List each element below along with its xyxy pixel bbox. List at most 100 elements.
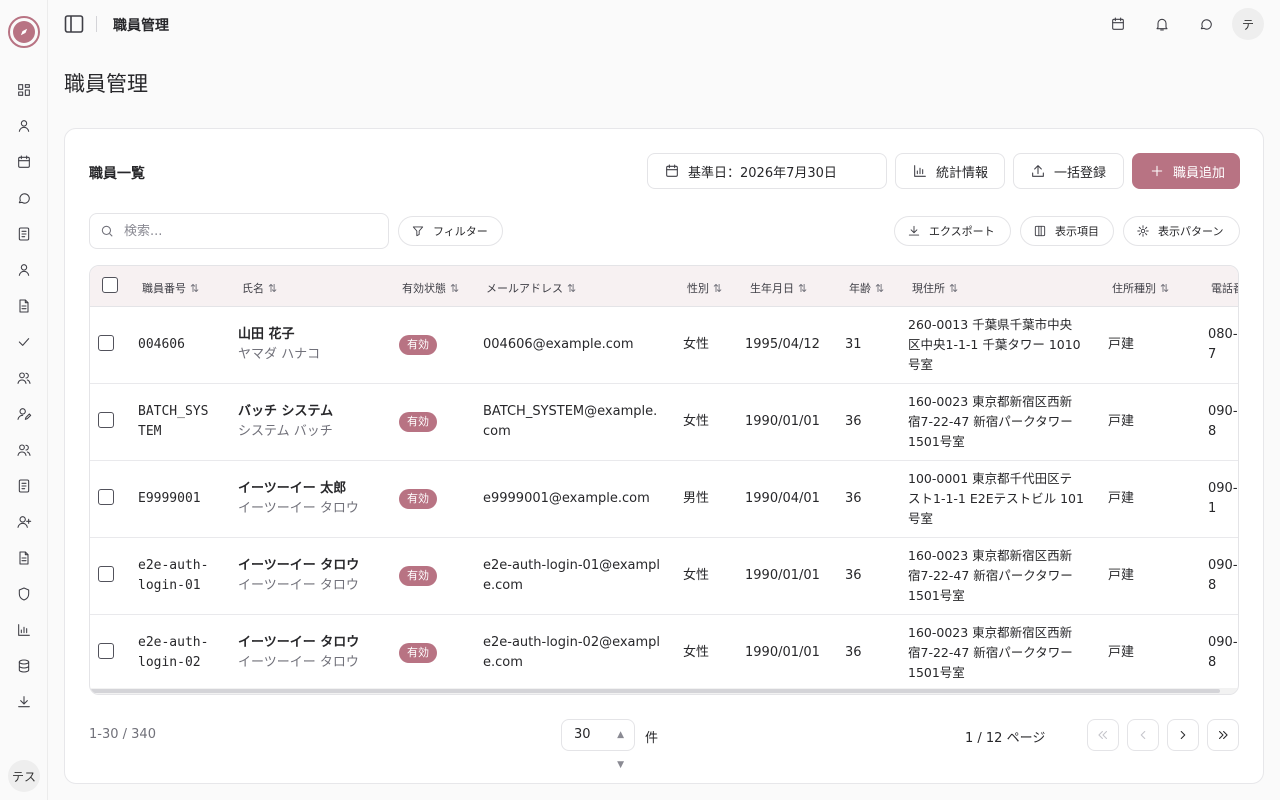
birthdate-cell: 1990/04/01: [745, 491, 820, 506]
user-icon[interactable]: [14, 260, 34, 280]
bell-icon[interactable]: [1152, 14, 1172, 34]
row-checkbox[interactable]: [98, 412, 114, 428]
address-cell: 160-0023 東京都新宿区西新 宿7-22-47 新宿パークタワー 1501号室: [908, 394, 1073, 449]
database-icon[interactable]: [14, 656, 34, 676]
base-date-button[interactable]: 基準日：2026年7月30日: [647, 153, 887, 189]
phone-cell: 090- 8: [1208, 404, 1238, 439]
add-staff-button[interactable]: 職員追加: [1132, 153, 1240, 189]
bulk-register-button[interactable]: 一括登録: [1013, 153, 1124, 189]
card-title: 職員一覧: [89, 166, 145, 182]
plus-icon: [1151, 165, 1163, 177]
gender-cell: 女性: [683, 645, 710, 660]
download-icon[interactable]: [14, 692, 34, 712]
header-avatar[interactable]: テ: [1232, 8, 1264, 40]
row-checkbox[interactable]: [98, 643, 114, 659]
user-icon[interactable]: [14, 116, 34, 136]
bar-chart-icon: [914, 165, 926, 177]
chat-icon[interactable]: [1196, 14, 1216, 34]
page-info: 1 / 12 ページ: [965, 731, 1046, 746]
column-header[interactable]: 住所種別 ⇅: [1112, 280, 1169, 296]
column-header[interactable]: 職員番号 ⇅: [142, 280, 199, 296]
dashboard-icon[interactable]: [14, 80, 34, 100]
staff-kana: イーツーイー タロウ: [238, 655, 359, 670]
column-header[interactable]: 年齢 ⇅: [849, 280, 884, 296]
check-icon[interactable]: [14, 332, 34, 352]
columns-icon: [1034, 225, 1046, 237]
page-size-value: 30: [574, 727, 591, 742]
staff-list-card: 職員一覧 基準日：2026年7月30日 統計情報 一括登録 職員追加 フィルター…: [64, 128, 1264, 784]
bar-chart-icon[interactable]: [14, 620, 34, 640]
gender-cell: 女性: [683, 337, 710, 352]
filter-button[interactable]: フィルター: [398, 216, 503, 246]
horizontal-scrollbar[interactable]: [90, 688, 1238, 694]
calendar-icon[interactable]: [1108, 14, 1128, 34]
shield-icon[interactable]: [14, 584, 34, 604]
display-pattern-button[interactable]: 表示パターン: [1123, 216, 1240, 246]
last-page-button[interactable]: [1207, 719, 1239, 751]
address-cell: 260-0013 千葉県千葉市中央 区中央1-1-1 千葉タワー 1010 号室: [908, 317, 1081, 372]
row-checkbox[interactable]: [98, 566, 114, 582]
calendar-icon[interactable]: [14, 152, 34, 172]
search-input[interactable]: [124, 223, 364, 239]
base-date-label: 基準日：2026年7月30日: [688, 165, 837, 181]
table-row[interactable]: e2e-auth-login-01 イーツーイー タロウ イーツーイー タロウ 有効 e…: [90, 538, 1238, 615]
scrollbar-thumb[interactable]: [90, 689, 1220, 693]
search-icon: [101, 225, 113, 237]
email-cell: 004606@example.com: [483, 337, 634, 352]
status-badge: 有効: [399, 335, 437, 355]
table-row[interactable]: E9999001 イーツーイー 太郎 イーツーイー タロウ 有効 e9999001@ex…: [90, 461, 1238, 538]
address-type-cell: 戸建: [1108, 645, 1135, 660]
sidebar-toggle-icon[interactable]: [64, 14, 84, 34]
row-checkbox[interactable]: [98, 489, 114, 505]
table-header: 職員番号 ⇅ 氏名 ⇅ 有効状態 ⇅ メールアドレス ⇅ 性別 ⇅ 生年月日 ⇅ 年齢 ⇅ 現…: [90, 266, 1238, 307]
column-header[interactable]: 現住所 ⇅: [912, 280, 958, 296]
table-row[interactable]: 004606 山田 花子 ヤマダ ハナコ 有効 004606@example.com 女性…: [90, 307, 1238, 384]
staff-kana: システム バッチ: [238, 424, 333, 439]
page-title: 職員管理: [64, 72, 148, 96]
column-header[interactable]: メールアドレス ⇅: [486, 280, 576, 296]
top-bar: 職員管理 テ: [48, 0, 1280, 48]
chat-icon[interactable]: [14, 188, 34, 208]
user-avatar[interactable]: テス: [8, 760, 40, 792]
bulk-register-label: 一括登録: [1054, 165, 1107, 181]
user-edit-icon[interactable]: [14, 404, 34, 424]
chevron-up-down-icon: ▲ ▼: [617, 730, 624, 770]
prev-page-button[interactable]: [1127, 719, 1159, 751]
address-type-cell: 戸建: [1108, 491, 1135, 506]
column-header[interactable]: 性別 ⇅: [687, 280, 722, 296]
document-icon[interactable]: [14, 224, 34, 244]
users-icon[interactable]: [14, 368, 34, 388]
export-label: エクスポート: [929, 225, 995, 238]
first-page-button[interactable]: [1087, 719, 1119, 751]
page-size-select[interactable]: 30 ▲ ▼: [561, 719, 635, 770]
row-checkbox[interactable]: [98, 335, 114, 351]
staff-id-cell: 004606: [138, 337, 185, 352]
sort-icon: ⇅: [268, 282, 278, 295]
select-all-checkbox[interactable]: [102, 277, 118, 293]
column-header[interactable]: 生年月日 ⇅: [750, 280, 807, 296]
column-header[interactable]: 電話番号: [1211, 280, 1238, 296]
file-icon[interactable]: [14, 296, 34, 316]
sidebar: テス: [0, 0, 48, 800]
address-cell: 160-0023 東京都新宿区西新 宿7-22-47 新宿パークタワー 1501号室: [908, 625, 1073, 680]
export-button[interactable]: エクスポート: [894, 216, 1011, 246]
next-page-button[interactable]: [1167, 719, 1199, 751]
columns-button[interactable]: 表示項目: [1020, 216, 1114, 246]
column-header[interactable]: 氏名 ⇅: [242, 280, 277, 296]
search-box[interactable]: [89, 213, 389, 249]
app-logo[interactable]: [8, 16, 40, 48]
staff-name-cell: イーツーイー タロウ イーツーイー タロウ: [238, 633, 359, 673]
column-header[interactable]: 有効状態 ⇅: [402, 280, 459, 296]
stats-button[interactable]: 統計情報: [895, 153, 1005, 189]
table-row[interactable]: e2e-auth-login-02 イーツーイー タロウ イーツーイー タロウ 有効 e…: [90, 615, 1238, 692]
users-icon[interactable]: [14, 440, 34, 460]
table-row[interactable]: BATCH_SYS TEM バッチ システム システム バッチ 有効 BATCH_SYST…: [90, 384, 1238, 461]
staff-name: イーツーイー タロウ: [238, 635, 360, 650]
page-size-unit: 件: [645, 731, 659, 746]
document-icon[interactable]: [14, 476, 34, 496]
staff-id-cell: e2e-auth-login-02: [138, 635, 209, 670]
status-badge: 有効: [399, 412, 437, 432]
gender-cell: 女性: [683, 568, 710, 583]
file-icon[interactable]: [14, 548, 34, 568]
user-plus-icon[interactable]: [14, 512, 34, 532]
